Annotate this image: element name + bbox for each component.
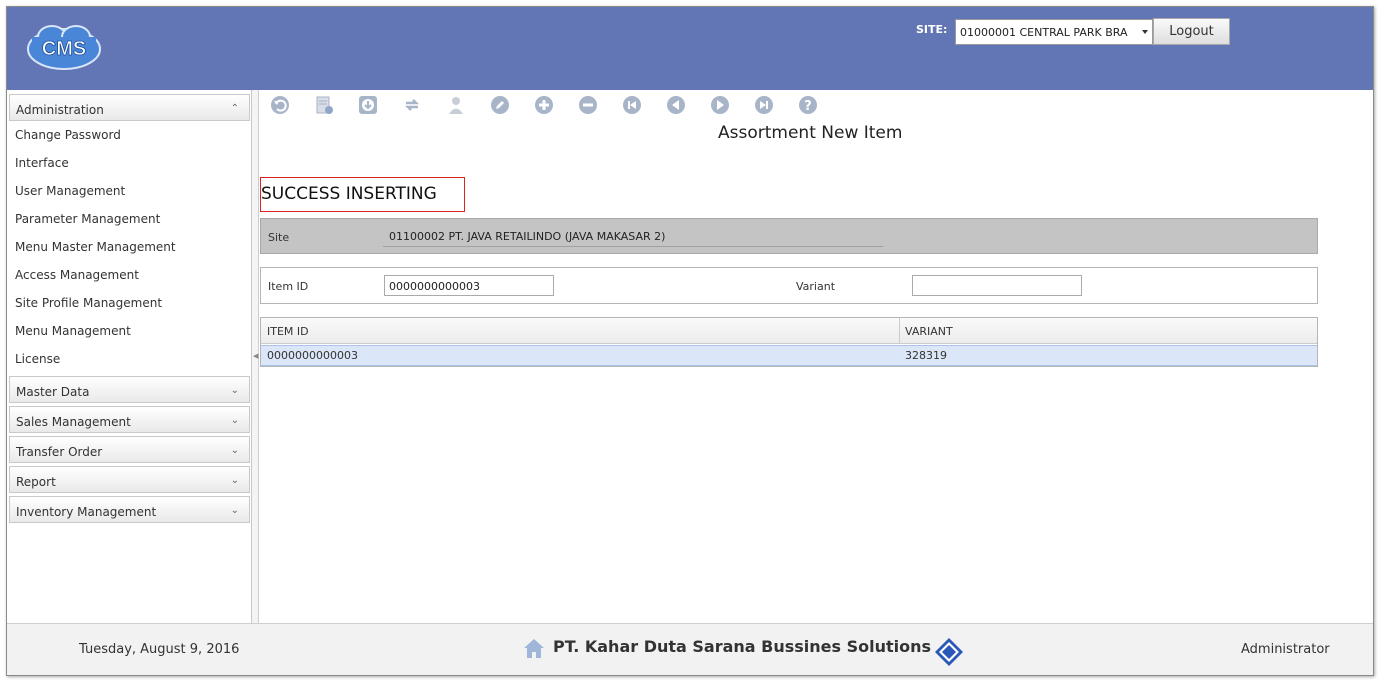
svg-text:CMS: CMS (42, 38, 86, 60)
sidebar-group-label: Master Data (16, 385, 90, 399)
site-select[interactable]: 01000001 CENTRAL PARK BRA (955, 19, 1153, 45)
sidebar-item-menu-master-management[interactable]: Menu Master Management (15, 240, 176, 254)
current-user: Administrator (1241, 642, 1330, 657)
cell-item-id: 0000000000003 (267, 349, 358, 362)
sidebar-item-interface[interactable]: Interface (15, 156, 69, 170)
sidebar-group-report[interactable]: Report ⌄ (9, 466, 250, 493)
remove-icon[interactable] (578, 95, 598, 115)
top-header: CMS SITE: 01000001 CENTRAL PARK BRA Logo… (7, 7, 1373, 90)
cms-logo: CMS (27, 25, 101, 70)
user-icon[interactable] (446, 95, 466, 115)
column-header-item-id[interactable]: ITEM ID (267, 325, 309, 338)
chevron-down-icon: ⌄ (230, 475, 239, 486)
table-row[interactable]: 0000000000003 328319 (261, 345, 1317, 366)
sidebar-item-menu-management[interactable]: Menu Management (15, 324, 131, 338)
page-title: Assortment New Item (718, 123, 903, 143)
site-field-label: Site (268, 231, 290, 244)
app-window: CMS SITE: 01000001 CENTRAL PARK BRA Logo… (6, 6, 1374, 676)
logout-button[interactable]: Logout (1153, 18, 1230, 45)
sidebar-group-administration[interactable]: Administration ⌃ (9, 94, 250, 121)
download-icon[interactable] (358, 95, 378, 115)
item-filter-panel: Item ID 0000000000003 Variant (260, 267, 1318, 304)
sidebar-splitter[interactable]: ◀ (252, 90, 259, 623)
site-label: SITE: (916, 23, 948, 36)
company-name: PT. Kahar Duta Sarana Bussines Solutions (553, 637, 932, 656)
sidebar-group-label: Administration (16, 103, 104, 117)
sidebar-item-site-profile-management[interactable]: Site Profile Management (15, 296, 162, 310)
sidebar-group-transfer-order[interactable]: Transfer Order ⌄ (9, 436, 250, 463)
next-record-icon[interactable] (710, 95, 730, 115)
item-grid: ITEM ID VARIANT 0000000000003 328319 (260, 317, 1318, 367)
column-divider (899, 318, 900, 344)
dropdown-arrow-icon (1142, 30, 1148, 34)
svg-text:?: ? (804, 99, 812, 114)
chevron-down-icon: ⌄ (230, 505, 239, 516)
cell-variant: 328319 (905, 349, 947, 362)
sidebar-group-sales-management[interactable]: Sales Management ⌄ (9, 406, 250, 433)
sidebar-group-inventory-management[interactable]: Inventory Management ⌄ (9, 496, 250, 523)
sidebar-item-parameter-management[interactable]: Parameter Management (15, 212, 160, 226)
chevron-down-icon: ⌄ (230, 415, 239, 426)
first-record-icon[interactable] (622, 95, 642, 115)
sidebar-item-user-management[interactable]: User Management (15, 184, 125, 198)
sidebar: Administration ⌃ Change Password Interfa… (7, 90, 252, 623)
sidebar-group-label: Transfer Order (16, 445, 103, 459)
chevron-up-icon: ⌃ (230, 103, 239, 114)
item-id-label: Item ID (268, 280, 309, 293)
site-select-value: 01000001 CENTRAL PARK BRA (960, 26, 1128, 39)
help-icon[interactable]: ? (798, 95, 818, 115)
chevron-down-icon: ⌄ (230, 385, 239, 396)
sidebar-item-access-management[interactable]: Access Management (15, 268, 139, 282)
sidebar-item-change-password[interactable]: Change Password (15, 128, 121, 142)
sidebar-group-master-data[interactable]: Master Data ⌄ (9, 376, 250, 403)
home-icon[interactable] (522, 636, 546, 660)
sidebar-group-label: Report (16, 475, 56, 489)
kds-logo-icon (935, 638, 963, 666)
success-message: SUCCESS INSERTING (260, 177, 465, 212)
site-panel: Site 01100002 PT. JAVA RETAILINDO (JAVA … (260, 218, 1318, 254)
add-icon[interactable] (534, 95, 554, 115)
chevron-down-icon: ⌄ (230, 445, 239, 456)
approve-doc-icon[interactable] (314, 95, 334, 115)
sidebar-group-label: Inventory Management (16, 505, 157, 519)
variant-label: Variant (796, 280, 836, 293)
site-field-value: 01100002 PT. JAVA RETAILINDO (JAVA MAKAS… (383, 225, 883, 247)
edit-icon[interactable] (490, 95, 510, 115)
grid-header: ITEM ID VARIANT (261, 318, 1317, 344)
column-header-variant[interactable]: VARIANT (905, 325, 953, 338)
previous-record-icon[interactable] (666, 95, 686, 115)
sidebar-item-license[interactable]: License (15, 352, 60, 366)
footer: Tuesday, August 9, 2016 PT. Kahar Duta S… (7, 623, 1373, 675)
refresh-icon[interactable] (402, 95, 422, 115)
item-id-input[interactable]: 0000000000003 (384, 275, 554, 296)
variant-input[interactable] (912, 275, 1082, 296)
undo-icon[interactable] (270, 95, 290, 115)
sidebar-group-label: Sales Management (16, 415, 131, 429)
last-record-icon[interactable] (754, 95, 774, 115)
collapse-arrow-icon: ◀ (253, 352, 259, 360)
footer-date: Tuesday, August 9, 2016 (79, 642, 240, 657)
